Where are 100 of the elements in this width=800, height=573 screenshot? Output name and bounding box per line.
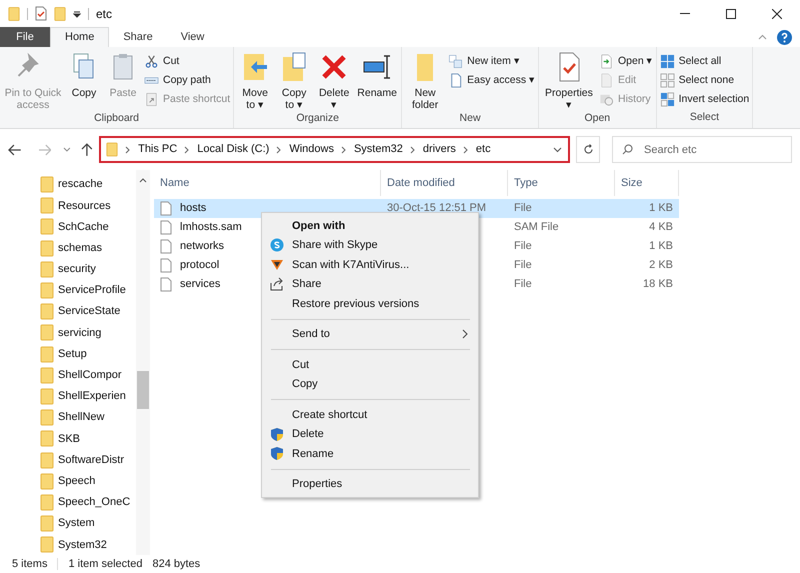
menu-item[interactable]: Share xyxy=(262,274,478,294)
group-label: Open xyxy=(583,111,612,126)
type-text: File xyxy=(514,240,532,252)
ribbon-button[interactable]: Copy to ▾ xyxy=(276,51,312,111)
skype-icon xyxy=(270,238,284,252)
ribbon-button[interactable]: Move to ▾ xyxy=(237,51,274,111)
menu-item[interactable]: Send to xyxy=(262,324,478,344)
folder-icon xyxy=(40,303,54,320)
file-name[interactable]: protocol xyxy=(180,257,220,274)
dropdown-icon[interactable] xyxy=(73,10,81,18)
column-header[interactable]: Date modified xyxy=(381,170,508,196)
column-header[interactable]: Size xyxy=(615,170,679,196)
ribbon-button[interactable]: Cut xyxy=(144,54,230,70)
file-name[interactable]: services xyxy=(180,276,220,293)
nav-item[interactable]: SchCache xyxy=(40,216,136,238)
menu-item[interactable]: Share with Skype xyxy=(262,236,478,255)
nav-item[interactable]: ShellCompor xyxy=(40,364,136,386)
nav-item[interactable]: schemas xyxy=(40,238,136,259)
ribbon-button[interactable]: New item ▾ xyxy=(448,54,535,70)
size-text: 4 KB xyxy=(649,220,673,236)
breadcrumb[interactable]: etc xyxy=(476,141,491,158)
ribbon-button[interactable]: Open ▾ xyxy=(598,54,653,70)
nav-item[interactable]: System xyxy=(40,513,136,534)
refresh-button[interactable] xyxy=(576,136,600,163)
ribbon-button[interactable]: Easy access ▾ xyxy=(448,72,535,88)
help-icon[interactable] xyxy=(777,30,792,44)
nav-item[interactable]: servicing xyxy=(40,322,136,344)
column-header[interactable]: Type xyxy=(508,170,615,196)
ribbon-button[interactable]: Copy path xyxy=(144,72,230,88)
file-name[interactable]: lmhosts.sam xyxy=(180,219,242,236)
nav-item[interactable]: SoftwareDistr xyxy=(40,449,136,471)
scroll-up-icon[interactable] xyxy=(139,178,147,183)
nav-item[interactable]: rescache xyxy=(40,174,136,196)
nav-item[interactable]: ServiceProfile xyxy=(40,280,136,302)
date-text: 30-Oct-15 12:51 PM xyxy=(387,202,486,214)
breadcrumb[interactable]: Windows xyxy=(289,141,334,158)
chevron-down-icon[interactable] xyxy=(63,147,72,152)
back-icon[interactable] xyxy=(8,144,22,156)
breadcrumb[interactable]: Local Disk (C:) xyxy=(197,141,270,158)
nav-item[interactable]: Resources xyxy=(40,195,136,216)
maximize-icon xyxy=(726,8,736,18)
nav-item[interactable]: Setup xyxy=(40,344,136,365)
chevron-right-icon xyxy=(125,146,132,154)
folder-icon xyxy=(40,197,54,214)
menu-item[interactable]: Open with xyxy=(262,216,478,236)
breadcrumb[interactable]: System32 xyxy=(354,141,403,158)
close-icon xyxy=(772,8,782,18)
menu-item[interactable]: Restore previous versions xyxy=(262,294,478,314)
size-text: 1 KB xyxy=(649,201,673,216)
search-field[interactable]: Search etc xyxy=(612,136,792,163)
chevron-right-icon xyxy=(462,146,469,154)
ribbon-button[interactable]: Select all xyxy=(660,54,750,70)
menu-item[interactable]: Create shortcut xyxy=(262,405,478,424)
grid-icon xyxy=(660,54,675,70)
edit-icon xyxy=(598,73,614,88)
shield-icon xyxy=(270,446,284,462)
nav-item[interactable]: security xyxy=(40,258,136,280)
shield-v-icon xyxy=(270,258,284,271)
nav-item[interactable]: Speech_OneC xyxy=(40,492,136,513)
ribbon-button[interactable]: Select none xyxy=(660,72,750,88)
file-tab[interactable]: File xyxy=(0,27,50,47)
ribbon-button[interactable]: Rename xyxy=(356,51,398,99)
menu-item[interactable]: Cut xyxy=(262,355,478,374)
menu-item[interactable]: Delete xyxy=(262,424,478,444)
file-name[interactable]: hosts xyxy=(180,200,206,217)
chevron-down-icon[interactable] xyxy=(553,146,562,152)
up-icon[interactable] xyxy=(81,142,94,156)
nav-item[interactable]: SKB xyxy=(40,428,136,450)
file-name[interactable]: networks xyxy=(180,238,224,255)
column-header[interactable]: Name xyxy=(154,170,381,196)
folder-icon xyxy=(40,282,54,300)
chevron-right-icon xyxy=(340,146,347,154)
ribbon-button[interactable]: Properties ▾ xyxy=(542,51,596,111)
menu-item[interactable]: Scan with K7AntiVirus... xyxy=(262,255,478,274)
nav-item[interactable]: ShellNew xyxy=(40,407,136,428)
ribbon-tab[interactable]: Share xyxy=(109,27,167,47)
ribbon-tab[interactable]: Home xyxy=(50,27,110,47)
collapse-icon[interactable] xyxy=(758,34,767,40)
chevron-right-icon xyxy=(184,146,190,154)
menu-item[interactable]: Copy xyxy=(262,374,478,394)
scroll-thumb[interactable] xyxy=(137,371,149,409)
ribbon-button[interactable]: Copy xyxy=(66,51,102,99)
ribbon-button[interactable]: Invert selection xyxy=(660,92,750,108)
scrollbar[interactable] xyxy=(136,170,150,555)
ribbon-button[interactable]: Delete ▾ xyxy=(315,51,354,111)
breadcrumb[interactable]: This PC xyxy=(138,141,178,158)
menu-item[interactable]: Rename xyxy=(262,444,478,464)
breadcrumb[interactable]: drivers xyxy=(422,141,456,158)
ribbon-button[interactable]: New folder xyxy=(405,51,446,111)
nav-item[interactable]: ShellExperien xyxy=(40,386,136,408)
folder-icon xyxy=(40,388,54,405)
folder-icon xyxy=(40,409,54,426)
address-bar[interactable]: This PC Local Disk (C:) Windows System32 drivers etc xyxy=(99,136,570,163)
nav-item[interactable]: System32 xyxy=(40,534,136,555)
file-icon xyxy=(160,277,172,292)
folder-icon xyxy=(40,430,54,448)
nav-item[interactable]: Speech xyxy=(40,470,136,492)
nav-item[interactable]: ServiceState xyxy=(40,301,136,322)
menu-item[interactable]: Properties xyxy=(262,474,478,494)
ribbon-tab[interactable]: View xyxy=(166,27,218,47)
